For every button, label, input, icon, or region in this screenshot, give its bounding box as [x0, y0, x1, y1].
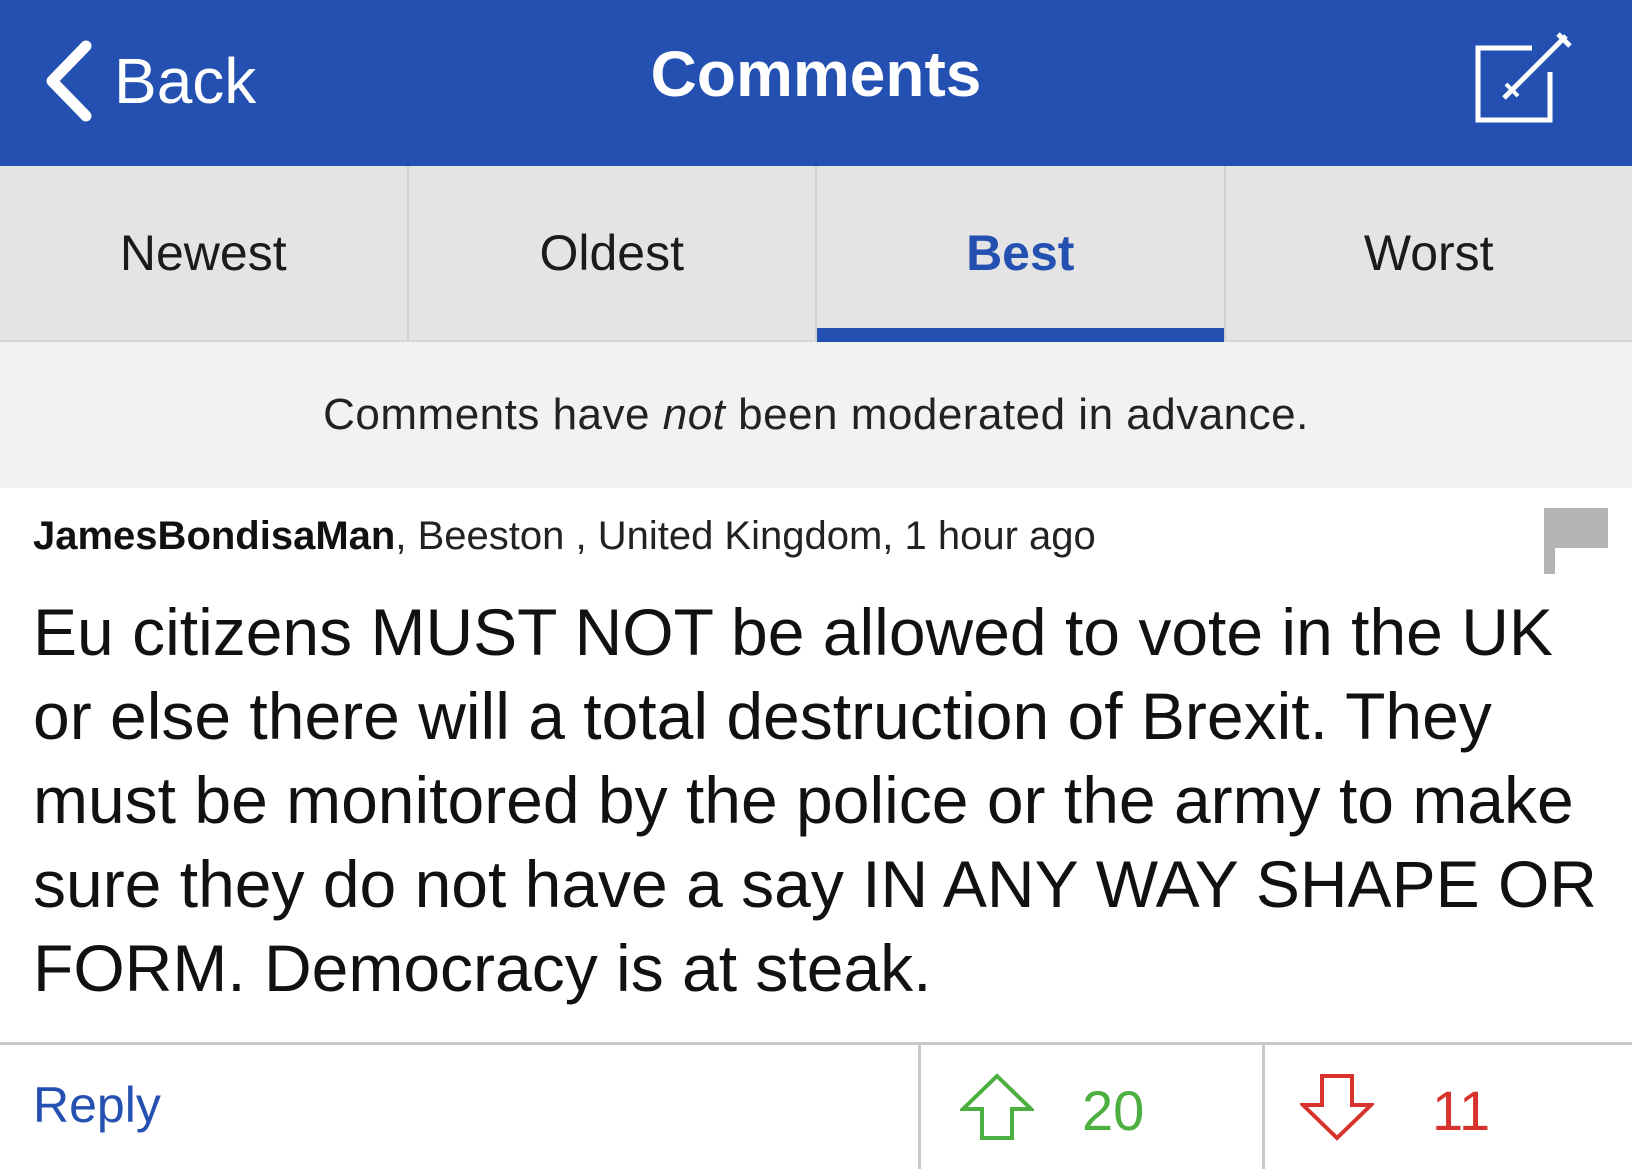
tab-best[interactable]: Best — [817, 166, 1226, 340]
compose-button[interactable] — [1474, 30, 1574, 130]
comment-body: Eu citizens MUST NOT be allowed to vote … — [33, 590, 1603, 1010]
notice-text-after: been moderated in advance. — [725, 390, 1308, 439]
arrow-down-icon — [1300, 1073, 1374, 1146]
back-label: Back — [114, 49, 256, 113]
downvote-count: 11 — [1432, 1083, 1490, 1139]
comment-actions: Reply 20 11 — [0, 1042, 1632, 1166]
arrow-up-icon — [960, 1073, 1034, 1146]
tab-newest[interactable]: Newest — [0, 166, 409, 340]
upvote-button[interactable]: 20 — [918, 1045, 1262, 1169]
comment-location-time: , Beeston , United Kingdom, 1 hour ago — [395, 514, 1095, 558]
notice-emphasis: not — [663, 390, 726, 439]
back-button[interactable]: Back — [44, 36, 256, 126]
app-header: Back Comments — [0, 0, 1632, 166]
tab-oldest[interactable]: Oldest — [409, 166, 818, 340]
compose-icon — [1474, 117, 1574, 134]
upvote-count: 20 — [1082, 1083, 1144, 1139]
moderation-notice: Comments have not been moderated in adva… — [0, 342, 1632, 488]
report-button[interactable] — [1544, 508, 1608, 574]
comment-meta: JamesBondisaMan, Beeston , United Kingdo… — [33, 512, 1096, 560]
chevron-left-icon — [44, 40, 94, 122]
downvote-button[interactable]: 11 — [1264, 1045, 1632, 1169]
comment-author[interactable]: JamesBondisaMan — [33, 514, 395, 558]
tab-label: Worst — [1364, 224, 1494, 282]
tab-worst[interactable]: Worst — [1226, 166, 1632, 340]
tab-label: Oldest — [539, 224, 684, 282]
reply-button[interactable]: Reply — [33, 1075, 161, 1135]
tab-label: Best — [966, 224, 1074, 282]
tab-label: Newest — [120, 224, 287, 282]
notice-text-before: Comments have — [323, 390, 663, 439]
page-title: Comments — [651, 38, 982, 110]
flag-icon — [1544, 561, 1608, 578]
sort-tabs: Newest Oldest Best Worst — [0, 166, 1632, 342]
